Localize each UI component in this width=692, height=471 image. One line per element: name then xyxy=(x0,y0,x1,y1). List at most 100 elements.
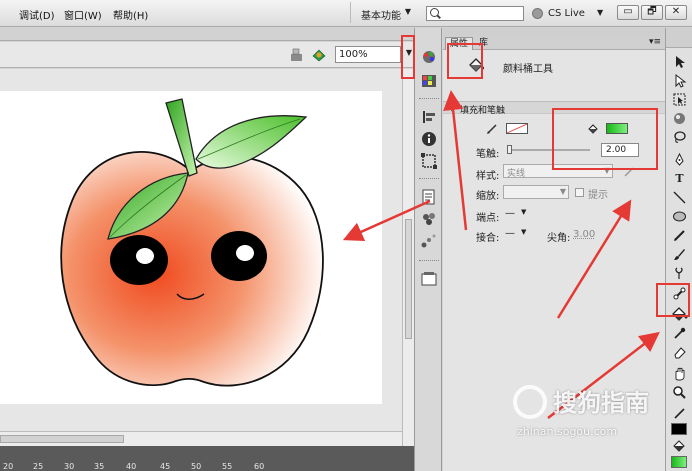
annotation-box-tool-icon xyxy=(447,43,483,79)
join-label: 接合: xyxy=(476,233,500,244)
ruler-label: 25 xyxy=(33,462,44,471)
3d-rotation-icon[interactable] xyxy=(672,111,687,126)
section-title: 填充和笔触 xyxy=(460,106,506,116)
line-icon[interactable] xyxy=(672,190,687,205)
menu-debug[interactable]: 调试(D) xyxy=(19,7,55,22)
annotation-box-paint-bucket xyxy=(656,283,690,317)
deco-icon[interactable] xyxy=(672,266,687,281)
cap-select[interactable]: — xyxy=(505,208,515,219)
ruler-label: 45 xyxy=(160,462,171,471)
pencil-icon xyxy=(487,124,497,134)
brush-icon[interactable] xyxy=(672,247,687,262)
edit-scene-icon[interactable] xyxy=(312,48,326,62)
slider-knob[interactable] xyxy=(507,145,512,154)
menu-bar: 调试(D) 窗口(W) 帮助(H) 基本功能 ▼ CS Live ▼ ▭ 🗗 ✕ xyxy=(0,0,692,27)
miter-value[interactable]: 3.00 xyxy=(573,229,595,240)
stage-area[interactable] xyxy=(0,69,402,431)
timeline-ruler: 20 25 30 35 40 45 50 55 60 xyxy=(0,446,414,471)
ruler-label: 55 xyxy=(222,462,233,471)
selection-icon[interactable] xyxy=(672,54,687,69)
panel-menu-icon[interactable]: ▾≡ xyxy=(649,37,661,47)
free-transform-icon[interactable] xyxy=(672,92,687,107)
style-label: 样式: xyxy=(476,171,500,182)
ruler-label: 60 xyxy=(254,462,265,471)
restore-button[interactable]: 🗗 xyxy=(641,5,663,20)
info-panel-icon[interactable] xyxy=(419,130,439,148)
panel-separator xyxy=(419,260,439,262)
vertical-scrollbar[interactable] xyxy=(402,69,414,446)
stroke-height-label: 笔触: xyxy=(476,149,500,160)
lasso-icon[interactable] xyxy=(672,130,687,145)
panel-separator xyxy=(419,98,439,100)
zoom-select[interactable]: 100% ▼ xyxy=(335,46,412,63)
scale-label: 缩放: xyxy=(476,191,500,202)
eyedropper-icon[interactable] xyxy=(672,326,687,341)
watermark: 搜狗指南 zhinan.sogou.com xyxy=(505,383,680,443)
zoom-value: 100% xyxy=(339,49,368,60)
miter-label: 尖角: xyxy=(547,233,571,244)
stage-toolbar: 100% ▼ xyxy=(0,42,414,68)
close-button[interactable]: ✕ xyxy=(665,5,687,20)
workspace-switcher[interactable]: 基本功能 ▼ xyxy=(350,2,416,23)
scene-panel-icon[interactable] xyxy=(419,270,439,288)
transform-panel-icon[interactable] xyxy=(419,152,439,170)
stage-canvas[interactable] xyxy=(0,91,382,404)
chevron-down-icon[interactable]: ▼ xyxy=(521,228,526,236)
chevron-down-icon[interactable]: ▼ xyxy=(521,208,526,216)
code-snippets-icon[interactable] xyxy=(419,188,439,206)
hint-label: 提示 xyxy=(588,190,608,201)
cap-label: 端点: xyxy=(476,213,500,224)
search-icon xyxy=(430,8,439,17)
tools-header[interactable] xyxy=(666,28,692,48)
panel-separator xyxy=(419,178,439,180)
color-panel-icon[interactable] xyxy=(419,48,439,66)
document-tab-bar xyxy=(0,28,414,41)
pencil-icon[interactable] xyxy=(672,228,687,243)
pen-icon[interactable] xyxy=(672,152,687,167)
align-panel-icon[interactable] xyxy=(419,108,439,126)
ruler-label: 30 xyxy=(64,462,75,471)
menu-help[interactable]: 帮助(H) xyxy=(113,7,148,22)
help-search-input[interactable] xyxy=(426,6,524,21)
join-select[interactable]: — xyxy=(505,228,515,239)
ruler-label: 35 xyxy=(94,462,105,471)
eraser-icon[interactable] xyxy=(672,345,687,360)
horizontal-scrollbar[interactable] xyxy=(0,431,402,446)
menu-window[interactable]: 窗口(W) xyxy=(64,7,102,22)
subselection-icon[interactable] xyxy=(672,73,687,88)
chevron-down-icon[interactable]: ▼ xyxy=(597,8,603,17)
hint-checkbox[interactable] xyxy=(575,188,584,197)
scale-select[interactable]: ▼ xyxy=(503,185,569,199)
watermark-url: zhinan.sogou.com xyxy=(517,425,618,438)
apple-body xyxy=(60,151,324,387)
chevron-down-icon: ▼ xyxy=(559,187,566,196)
minimize-button[interactable]: ▭ xyxy=(617,5,639,20)
ruler-label: 40 xyxy=(126,462,137,471)
components-panel-icon[interactable] xyxy=(419,210,439,228)
oval-icon[interactable] xyxy=(672,209,687,224)
collapse-triangle-icon: ▼ xyxy=(449,104,456,113)
edit-symbols-icon[interactable] xyxy=(290,48,304,62)
stroke-color-swatch[interactable] xyxy=(506,123,528,134)
scrollbar-thumb[interactable] xyxy=(405,219,412,339)
ruler-label: 20 xyxy=(3,462,14,471)
tool-name: 颜料桶工具 xyxy=(503,64,553,75)
cs-live-button[interactable]: CS Live xyxy=(548,8,585,19)
workspace-label: 基本功能 xyxy=(361,11,401,22)
style-value: 实线 xyxy=(507,169,526,179)
hand-icon[interactable] xyxy=(672,366,687,381)
apple-artwork[interactable] xyxy=(0,91,382,404)
panel-grip[interactable] xyxy=(443,28,665,36)
motion-presets-icon[interactable] xyxy=(419,232,439,250)
annotation-box-panel-button xyxy=(401,35,415,79)
chevron-down-icon: ▼ xyxy=(404,7,411,16)
text-icon[interactable]: T xyxy=(672,171,687,186)
annotation-box-fill-color xyxy=(552,108,658,170)
swatches-panel-icon[interactable] xyxy=(419,72,439,90)
watermark-title: 搜狗指南 xyxy=(553,389,649,417)
scrollbar-thumb[interactable] xyxy=(0,435,124,443)
ruler-label: 50 xyxy=(191,462,202,471)
sogou-logo-icon xyxy=(513,385,547,419)
cs-live-icon xyxy=(532,8,543,19)
fill-color-chip[interactable] xyxy=(671,456,687,468)
